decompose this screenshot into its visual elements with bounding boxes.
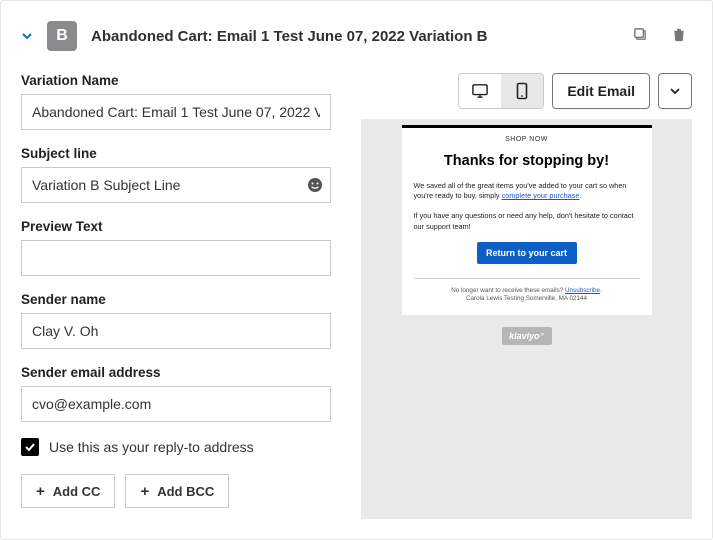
add-bcc-button[interactable]: + Add BCC <box>125 474 229 508</box>
subject-line-label: Subject line <box>21 146 331 161</box>
complete-purchase-link: complete your purchase <box>502 191 580 200</box>
sender-email-input[interactable] <box>21 386 331 422</box>
variation-name-label: Variation Name <box>21 73 331 88</box>
preview-text-label: Preview Text <box>21 219 331 234</box>
preview-text-input[interactable] <box>21 240 331 276</box>
divider <box>414 278 640 279</box>
add-bcc-label: Add BCC <box>157 484 214 499</box>
plus-icon: + <box>36 484 45 499</box>
variation-name-input[interactable] <box>21 94 331 130</box>
preview-device-toggle <box>458 73 544 109</box>
add-cc-label: Add CC <box>53 484 101 499</box>
reply-to-checkbox[interactable] <box>21 438 39 456</box>
add-cc-button[interactable]: + Add CC <box>21 474 115 508</box>
plus-icon: + <box>140 484 149 499</box>
subject-line-input[interactable] <box>21 167 331 203</box>
preview-nav-link: SHOP NOW <box>414 136 640 143</box>
more-actions-button[interactable] <box>658 73 692 109</box>
card-title: Abandoned Cart: Email 1 Test June 07, 20… <box>91 28 619 45</box>
card-header: B Abandoned Cart: Email 1 Test June 07, … <box>21 21 692 51</box>
preview-footer: No longer want to receive these emails? … <box>414 287 640 303</box>
preview-paragraph-2: If you have any questions or need any he… <box>414 211 640 231</box>
klaviyo-logo: klaviyo <box>502 327 552 345</box>
sender-email-label: Sender email address <box>21 365 331 380</box>
sender-name-label: Sender name <box>21 292 331 307</box>
variation-badge: B <box>47 21 77 51</box>
preview-cta-button: Return to your cart <box>477 242 577 264</box>
preview-paragraph-1: We saved all of the great items you've a… <box>414 181 640 201</box>
email-preview-pane: SHOP NOW Thanks for stopping by! We save… <box>361 119 692 519</box>
emoji-picker-icon[interactable] <box>307 177 323 193</box>
desktop-preview-button[interactable] <box>459 74 501 108</box>
unsubscribe-link: Unsubscribe <box>565 287 600 294</box>
collapse-toggle[interactable] <box>21 30 33 42</box>
trash-icon[interactable] <box>672 27 686 45</box>
email-preview-card: SHOP NOW Thanks for stopping by! We save… <box>402 125 652 315</box>
duplicate-icon[interactable] <box>633 27 648 45</box>
edit-email-button[interactable]: Edit Email <box>552 73 650 109</box>
sender-name-input[interactable] <box>21 313 331 349</box>
reply-to-label: Use this as your reply-to address <box>49 439 254 455</box>
preview-headline: Thanks for stopping by! <box>414 153 640 169</box>
mobile-preview-button[interactable] <box>501 74 543 108</box>
